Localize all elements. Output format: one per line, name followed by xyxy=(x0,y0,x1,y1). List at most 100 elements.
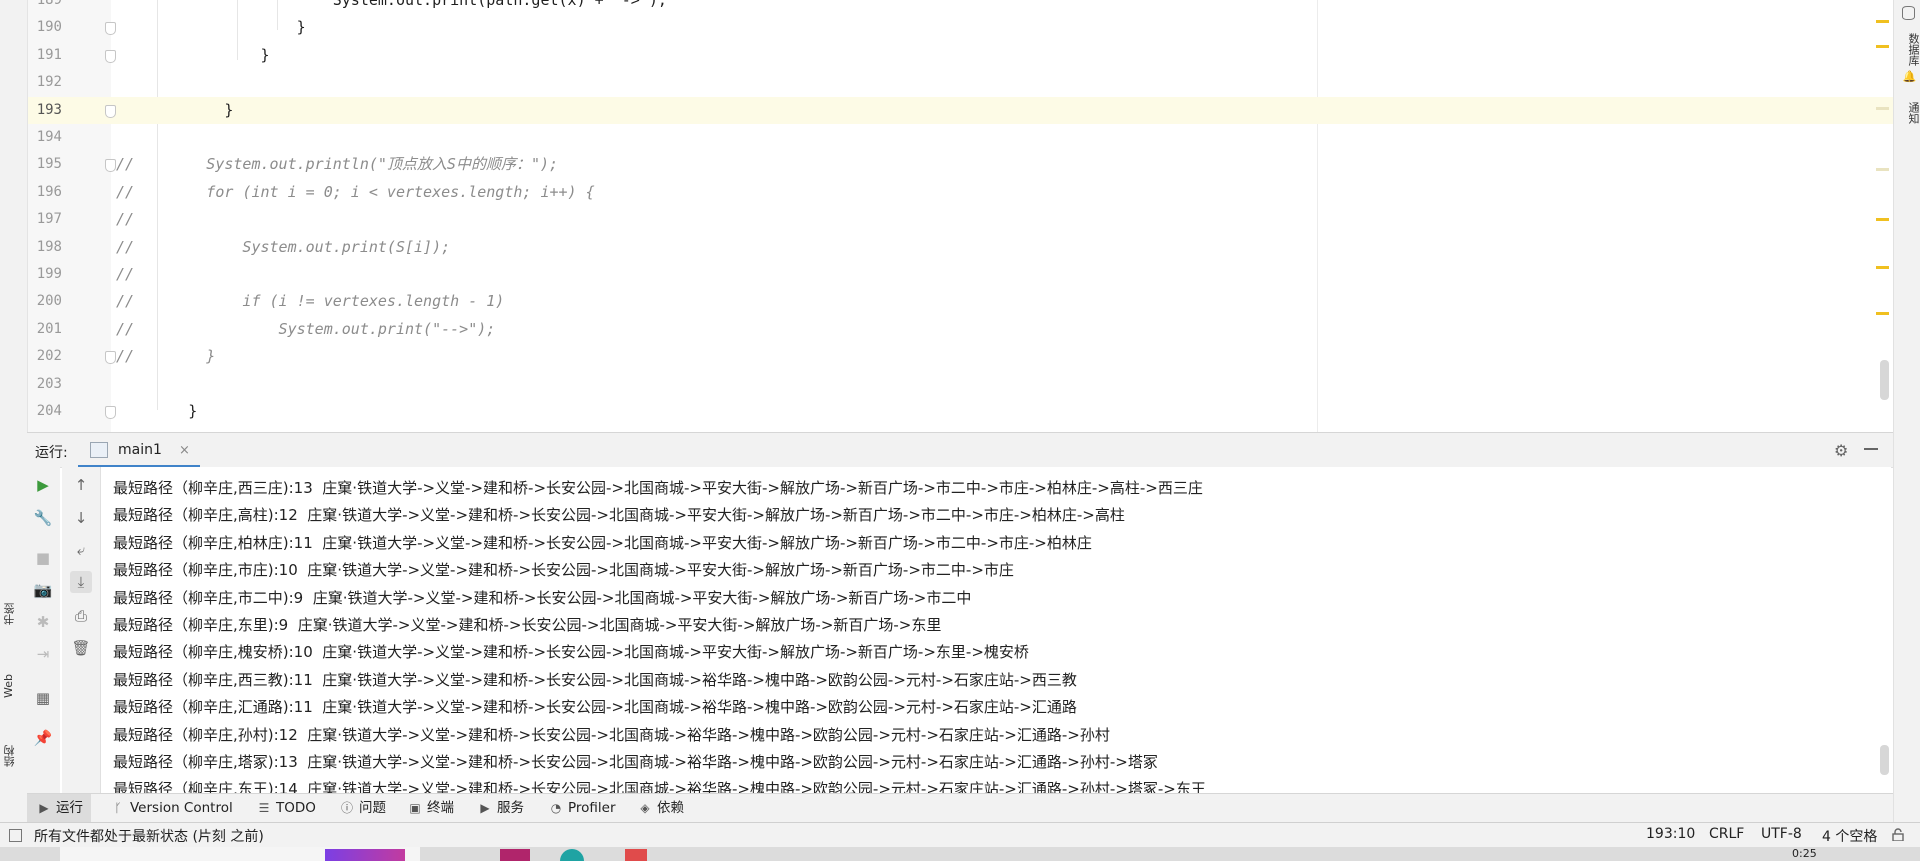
warning-marker[interactable] xyxy=(1876,312,1889,315)
code-line[interactable]: 190 } xyxy=(27,14,1893,41)
code-comment[interactable]: // System.out.println("顶点放入S中的顺序："); xyxy=(116,151,558,178)
layout-icon[interactable]: ▦ xyxy=(32,687,54,709)
code-text[interactable]: } xyxy=(116,398,197,425)
fold-marker-icon[interactable] xyxy=(105,49,116,63)
fold-marker-icon[interactable] xyxy=(105,104,116,118)
code-line[interactable]: 192 xyxy=(27,69,1893,96)
tool-tab-dependencies[interactable]: ◈ 依赖 xyxy=(638,794,684,823)
line-number: 190 xyxy=(36,19,62,36)
taskbar-app-icon[interactable] xyxy=(325,849,405,861)
file-encoding[interactable]: UTF-8 xyxy=(1761,826,1802,842)
code-line[interactable]: 191 } xyxy=(27,42,1893,69)
bottom-tool-window-bar: ▶ 运行 ᚴ Version Control ☰ TODO ⓘ 问题 ▣ 终端 ▶ 服务 ◔… xyxy=(27,793,1893,823)
arrow-down-icon[interactable]: ↓ xyxy=(70,507,92,529)
database-tab[interactable]: 数据库 xyxy=(1894,6,1920,74)
code-line[interactable]: 204 } xyxy=(27,398,1893,425)
code-text[interactable]: } xyxy=(116,97,233,124)
gear-icon[interactable]: ⚙ xyxy=(1834,441,1848,460)
warning-marker[interactable] xyxy=(1876,266,1889,269)
warning-marker[interactable] xyxy=(1876,218,1889,221)
tool-tab-profiler[interactable]: ◔ Profiler xyxy=(549,794,616,823)
code-line[interactable]: 197 // xyxy=(27,206,1893,233)
code-comment[interactable]: // if (i != vertexes.length - 1) xyxy=(116,288,504,315)
tool-tab-services[interactable]: ▶ 服务 xyxy=(478,794,524,823)
code-line[interactable]: 203 xyxy=(27,371,1893,398)
print-icon[interactable]: ⎙ xyxy=(70,605,92,627)
status-message[interactable]: 所有文件都处于最新状态 (片刻 之前) xyxy=(34,826,264,846)
tool-tab-problems[interactable]: ⓘ 问题 xyxy=(340,794,386,823)
code-line[interactable]: 199 // xyxy=(27,261,1893,288)
code-comment[interactable]: // System.out.print(S[i]); xyxy=(116,234,450,261)
arrow-up-icon[interactable]: ↑ xyxy=(70,474,92,496)
database-icon xyxy=(1902,6,1915,20)
code-line[interactable]: 202 // } xyxy=(27,343,1893,370)
warning-marker[interactable] xyxy=(1876,20,1889,23)
minimize-icon[interactable] xyxy=(1864,441,1878,455)
code-line[interactable]: 194 xyxy=(27,124,1893,151)
taskbar-app-icon[interactable] xyxy=(560,849,584,861)
caret-marker[interactable] xyxy=(1876,107,1889,110)
system-clock[interactable]: 0:25 xyxy=(1792,847,1817,860)
trash-icon[interactable]: 🗑 xyxy=(70,637,92,659)
web-tab[interactable]: Web xyxy=(2,660,26,712)
taskbar-app-icon[interactable] xyxy=(500,849,530,861)
console-output[interactable]: 最短路径（柳辛庄,西三庄):13 庄窠·铁道大学->义堂->建和桥->长安公园-… xyxy=(101,467,1891,793)
code-line[interactable]: 196 // for (int i = 0; i < vertexes.leng… xyxy=(27,179,1893,206)
pin-icon[interactable]: 📌 xyxy=(32,727,54,749)
caret-position[interactable]: 193:10 xyxy=(1646,826,1695,842)
rerun-play-icon[interactable]: ▶ xyxy=(32,474,54,496)
soft-wrap-icon[interactable]: ⤶ xyxy=(70,539,92,561)
wrench-icon[interactable]: 🔧 xyxy=(32,507,54,529)
code-text[interactable]: } xyxy=(116,14,306,41)
notifications-tab[interactable]: 🔔 通知 xyxy=(1894,70,1920,138)
camera-icon[interactable]: 📷 xyxy=(32,579,54,601)
fold-marker-icon[interactable] xyxy=(105,159,116,173)
indent-setting[interactable]: 4 个空格 xyxy=(1822,826,1877,846)
warning-marker[interactable] xyxy=(1876,45,1889,48)
close-icon[interactable]: × xyxy=(179,443,190,458)
editor-scrollbar[interactable] xyxy=(1880,360,1889,400)
right-tool-strip: 数据库 🔔 通知 xyxy=(1893,0,1920,822)
warning-marker[interactable] xyxy=(1876,168,1889,171)
status-bar: 所有文件都处于最新状态 (片刻 之前) 193:10 CRLF UTF-8 4 … xyxy=(0,822,1920,848)
code-text[interactable]: System.out.print(path.get(x) + "->"); xyxy=(116,0,667,14)
code-editor[interactable]: 189 System.out.print(path.get(x) + "->")… xyxy=(0,0,1893,432)
line-number: 200 xyxy=(36,293,62,310)
lock-icon[interactable] xyxy=(1892,828,1904,841)
code-comment[interactable]: // xyxy=(116,206,134,233)
scroll-to-end-icon[interactable]: ⤓ xyxy=(70,571,92,593)
code-line[interactable]: 198 // System.out.print(S[i]); xyxy=(27,234,1893,261)
code-text[interactable]: } xyxy=(116,42,269,69)
tool-tab-version-control[interactable]: ᚴ Version Control xyxy=(111,794,232,823)
code-line[interactable]: 200 // if (i != vertexes.length - 1) xyxy=(27,288,1893,315)
tool-tab-label: 运行 xyxy=(56,800,83,816)
tool-tab-todo[interactable]: ☰ TODO xyxy=(257,794,316,823)
bookmarks-tab[interactable]: 书签 xyxy=(2,590,26,638)
line-separator[interactable]: CRLF xyxy=(1709,826,1744,842)
code-line-current[interactable]: 193 } xyxy=(27,96,1893,124)
exit-icon[interactable]: ⇥ xyxy=(32,643,54,665)
stop-icon[interactable]: ■ xyxy=(32,547,54,569)
toggle-tool-windows-icon[interactable] xyxy=(9,829,22,842)
fold-marker-icon[interactable] xyxy=(105,351,116,365)
tool-tab-run[interactable]: ▶ 运行 xyxy=(27,794,91,823)
structure-tab[interactable]: 结构 xyxy=(2,730,26,782)
code-comment[interactable]: // System.out.print("-->"); xyxy=(116,316,495,343)
fold-marker-icon[interactable] xyxy=(105,22,116,36)
debug-bug-icon[interactable]: ✱ xyxy=(32,611,54,633)
code-comment[interactable]: // } xyxy=(116,343,215,370)
code-comment[interactable]: // for (int i = 0; i < vertexes.length; … xyxy=(116,179,595,206)
code-comment[interactable]: // xyxy=(116,261,134,288)
run-tab-main1[interactable]: main1 × xyxy=(78,433,200,468)
console-line: 最短路径（柳辛庄,高柱):12 庄窠·铁道大学->义堂->建和桥->长安公园->… xyxy=(113,506,1125,525)
console-scrollbar[interactable] xyxy=(1880,745,1889,775)
code-line[interactable]: 195 // System.out.println("顶点放入S中的顺序："); xyxy=(27,151,1893,178)
code-line[interactable]: 201 // System.out.print("-->"); xyxy=(27,316,1893,343)
tool-tab-terminal[interactable]: ▣ 终端 xyxy=(408,794,454,823)
line-number: 201 xyxy=(36,320,62,337)
tool-tab-label: 服务 xyxy=(497,800,524,816)
info-icon: ⓘ xyxy=(340,801,353,815)
taskbar-app-icon[interactable] xyxy=(625,849,647,861)
code-line[interactable]: 189 System.out.print(path.get(x) + "->")… xyxy=(27,0,1893,14)
fold-marker-icon[interactable] xyxy=(105,406,116,419)
